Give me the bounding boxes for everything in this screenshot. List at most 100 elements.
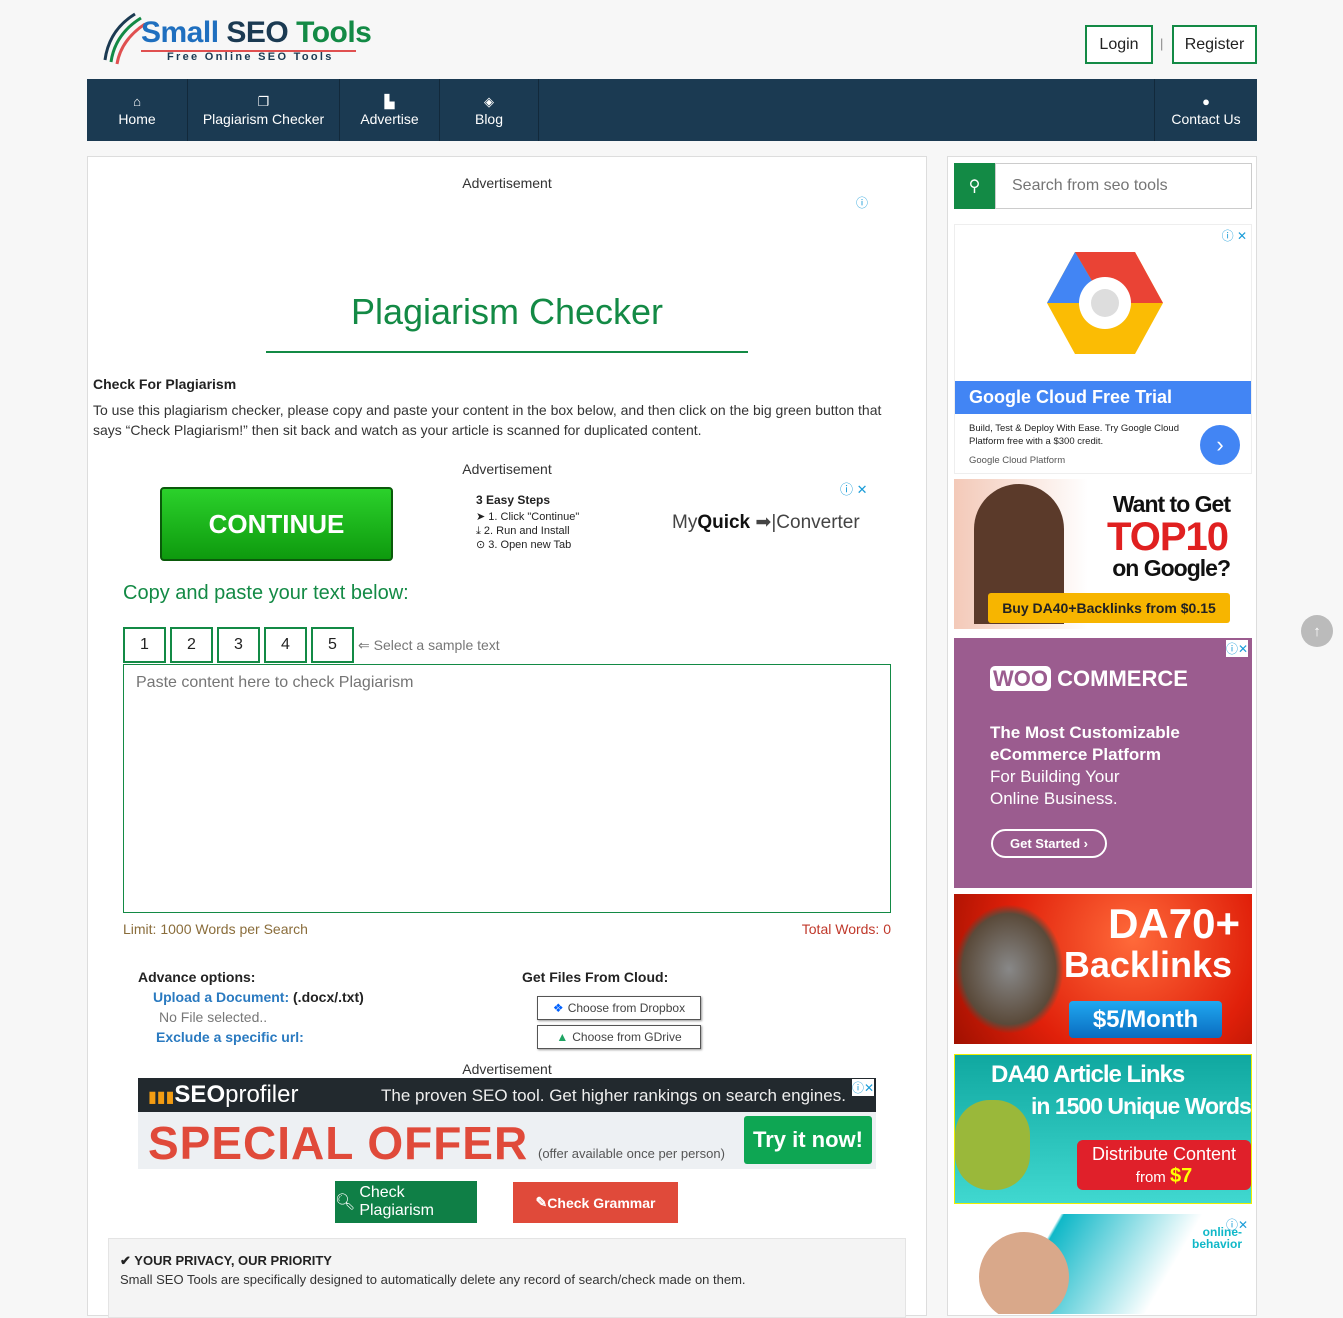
ad-close-icon[interactable]: ⓘ✕ <box>1225 640 1248 657</box>
dropbox-button[interactable]: ❖ Choose from Dropbox <box>537 996 701 1020</box>
login-button[interactable]: Login <box>1085 25 1153 64</box>
sample-2-button[interactable]: 2 <box>170 627 213 663</box>
copy-icon: ❐ <box>257 94 270 109</box>
privacy-text: Small SEO Tools are specifically designe… <box>120 1272 746 1287</box>
check-icon: ✔ <box>120 1253 135 1268</box>
no-file-text: No File selected.. <box>159 1009 268 1025</box>
gcloud-text: Build, Test & Deploy With Ease. Try Goog… <box>969 423 1179 447</box>
sample-4-button[interactable]: 4 <box>264 627 307 663</box>
logo-tagline: Free Online SEO Tools <box>167 51 334 63</box>
ad-close-icon[interactable]: ⓘ ✕ <box>1222 227 1247 244</box>
nav-blog[interactable]: ◈ Blog <box>440 79 539 141</box>
cloud-heading: Get Files From Cloud: <box>522 969 669 985</box>
word-limit: Limit: 1000 Words per Search <box>123 921 308 937</box>
ad-label: Advertisement <box>462 175 552 191</box>
sample-5-button[interactable]: 5 <box>311 627 354 663</box>
man-image <box>979 1232 1069 1314</box>
main-nav: ⌂ Home ❐ Plagiarism Checker ▙ Advertise ◈ Bl… <box>87 79 1257 141</box>
register-button[interactable]: Register <box>1172 25 1257 64</box>
sample-3-button[interactable]: 3 <box>217 627 260 663</box>
nav-label: Advertise <box>360 111 419 127</box>
sample-1-button[interactable]: 1 <box>123 627 166 663</box>
main-panel: Advertisement ⓘ Plagiarism Checker Check… <box>87 156 927 1318</box>
download-icon: ⤓ <box>476 525 484 537</box>
steps-title: 3 Easy Steps <box>476 493 551 507</box>
ad-info-icon[interactable]: ⓘ <box>856 194 868 211</box>
da40-cta[interactable]: Distribute Content from $7 <box>1077 1140 1251 1190</box>
pencil-icon: ✎ <box>535 1194 548 1210</box>
privacy-box: ✔ YOUR PRIVACY, OUR PRIORITY Small SEO T… <box>108 1238 906 1318</box>
ad-label: Advertisement <box>462 461 552 477</box>
get-started-button[interactable]: Get Started › <box>991 829 1107 858</box>
title-underline <box>266 351 748 353</box>
seoprofiler-ad[interactable]: ▮▮▮SEOprofiler The proven SEO tool. Get … <box>138 1078 876 1169</box>
gcloud-source: Google Cloud Platform <box>969 455 1066 466</box>
check-plagiarism-button[interactable]: 🔍︎ Check Plagiarism <box>335 1181 477 1223</box>
sample-hint: ⇐ Select a sample text <box>358 637 500 653</box>
gcloud-title: Google Cloud Free Trial <box>955 381 1251 414</box>
gcloud-logo-icon <box>1047 252 1163 354</box>
da40-ad[interactable]: DA40 Article Links in 1500 Unique Words … <box>954 1054 1252 1204</box>
gcloud-ad[interactable]: ⓘ ✕ Google Cloud Free Trial Build, Test … <box>954 224 1252 474</box>
da70-ad[interactable]: DA70+ Backlinks $5/Month <box>954 894 1252 1044</box>
chevron-right-icon[interactable]: › <box>1200 425 1240 465</box>
arrow-icon: ➡ <box>755 512 772 533</box>
tags-icon: ◈ <box>484 94 494 109</box>
check-grammar-button[interactable]: ✎ Check Grammar <box>513 1182 678 1223</box>
intro-text: To use this plagiarism checker, please c… <box>93 402 882 438</box>
nav-contact-us[interactable]: ● Contact Us <box>1154 79 1257 141</box>
top10-ad[interactable]: Want to Get TOP10 on Google? Buy DA40+Ba… <box>954 479 1252 629</box>
arrow-up-icon: ↑ <box>1313 622 1321 640</box>
continue-ad-button[interactable]: CONTINUE <box>160 487 393 561</box>
nav-label: Contact Us <box>1171 111 1241 127</box>
search-input[interactable] <box>995 163 1252 209</box>
nav-plagiarism-checker[interactable]: ❐ Plagiarism Checker <box>188 79 340 141</box>
nav-home[interactable]: ⌂ Home <box>87 79 188 141</box>
cursor-icon: ➤ <box>476 511 489 523</box>
copy-heading: Copy and paste your text below: <box>123 582 409 604</box>
nav-advertise[interactable]: ▙ Advertise <box>340 79 440 141</box>
logo-swoosh-icon <box>103 12 145 65</box>
advance-heading: Advance options: <box>138 969 256 985</box>
search-button[interactable]: ⚲ <box>954 163 995 209</box>
ad-steps: 3 Easy Steps ➤ 1. Click "Continue" ⤓ 2. … <box>476 493 579 552</box>
total-words: Total Words: 0 <box>801 921 891 937</box>
da70-cta[interactable]: $5/Month <box>1069 1001 1222 1038</box>
logo[interactable]: Small SEO Tools Free Online SEO Tools <box>95 8 372 68</box>
top10-cta[interactable]: Buy DA40+Backlinks from $0.15 <box>988 593 1230 623</box>
gdrive-button[interactable]: ▲ Choose from GDrive <box>537 1025 701 1049</box>
ad-label: Advertisement <box>462 1061 552 1077</box>
page-title: Plagiarism Checker <box>350 291 664 332</box>
dropbox-icon: ❖ <box>552 1001 564 1015</box>
advertise-icon: ▙ <box>384 94 395 109</box>
sidebar: ⚲ ⓘ ✕ Google Cloud Free Trial Build, Tes… <box>947 156 1257 1316</box>
ad-cta-button[interactable]: Try it now! <box>744 1116 872 1164</box>
exclude-url-link[interactable]: Exclude a specific url: <box>156 1029 304 1045</box>
hummingbird-image <box>954 904 1064 1034</box>
woocommerce-ad[interactable]: ⓘ✕ WOO COMMERCE The Most Customizable eC… <box>954 638 1252 888</box>
map-marker-icon: ● <box>1202 94 1210 109</box>
auth-separator: | <box>1160 36 1164 51</box>
nav-label: Blog <box>474 111 504 127</box>
home-icon: ⌂ <box>133 94 141 109</box>
content-textarea[interactable] <box>123 664 891 913</box>
ad-close-icon[interactable]: ⓘ✕ <box>851 1079 874 1096</box>
ad-offer: SPECIAL OFFER <box>148 1117 529 1169</box>
ad-tagline: The proven SEO tool. Get higher rankings… <box>381 1086 846 1105</box>
nav-label: Plagiarism Checker <box>202 111 325 127</box>
step: 2. Run and Install <box>483 525 570 537</box>
ad-brand: MyQuick ➡|Converter <box>672 512 860 533</box>
logo-text: Small SEO Tools <box>141 16 372 49</box>
check-circle-icon: ⊙ <box>476 539 489 551</box>
upload-document[interactable]: Upload a Document: (.docx/.txt) <box>153 989 364 1005</box>
ad-close-icon[interactable]: ⓘ ✕ <box>840 479 868 498</box>
online-behavior-ad[interactable]: ⓘ✕ online-behavior <box>954 1214 1252 1314</box>
ad-note: (offer available once per person) <box>538 1146 725 1161</box>
bars-icon: ▮▮▮ <box>148 1089 175 1106</box>
search-icon: 🔍︎ <box>335 1194 356 1211</box>
gdrive-icon: ▲ <box>556 1030 569 1044</box>
search-icon: ⚲ <box>968 178 981 195</box>
scroll-to-top-button[interactable]: ↑ <box>1301 615 1333 647</box>
step: 3. Open new Tab <box>488 539 572 551</box>
step: 1. Click "Continue" <box>488 511 580 523</box>
